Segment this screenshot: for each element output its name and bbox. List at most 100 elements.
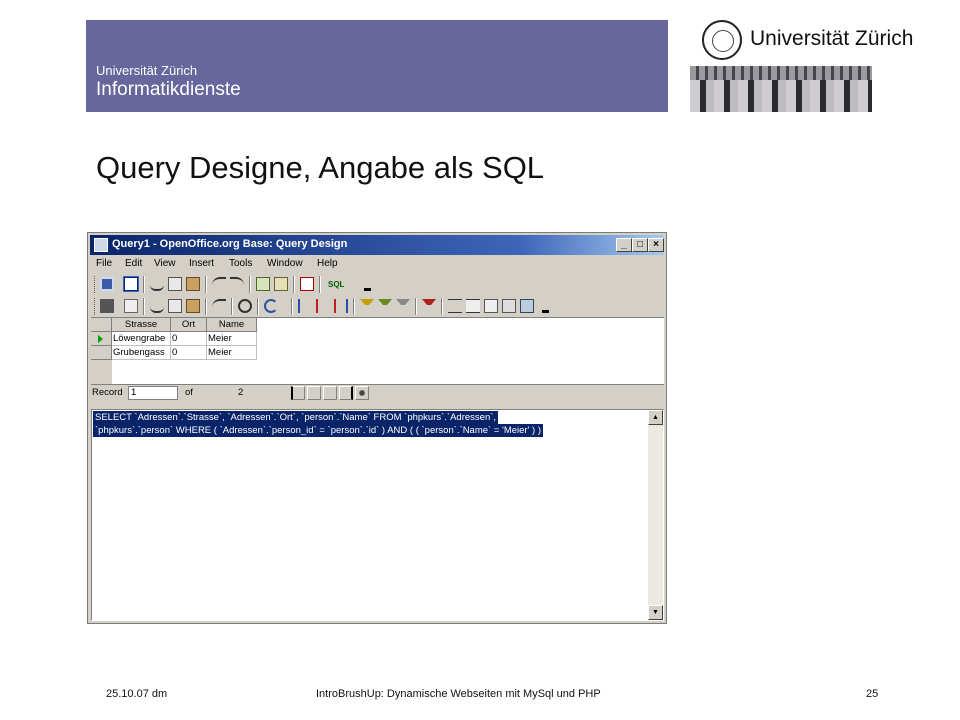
footer-date: 25.10.07 dm [106, 688, 168, 700]
grid-cell[interactable]: Grubengass [112, 346, 171, 360]
slide-title: Query Designe, Angabe als SQL [96, 150, 545, 185]
university-logo: Universität Zürich [690, 16, 913, 66]
toolbar-overflow-icon[interactable] [542, 299, 549, 313]
toolbar-grip [94, 298, 97, 315]
toolbar-separator [205, 276, 207, 293]
sql-icon[interactable]: SQL [328, 277, 348, 291]
apply-filter-icon[interactable] [378, 299, 392, 313]
cut-icon[interactable] [150, 277, 164, 291]
toolbar-grip [94, 276, 97, 293]
menu-file[interactable]: File [96, 258, 112, 269]
toolbar-separator [143, 298, 145, 315]
record-navigation: Record 1 of 2 [91, 384, 664, 402]
table-icon[interactable] [274, 277, 288, 291]
footer-course: IntroBrushUp: Dynamische Webseiten mit M… [316, 688, 601, 700]
paste-icon[interactable] [186, 277, 200, 291]
next-record-button[interactable] [323, 386, 337, 400]
edit-icon[interactable] [123, 276, 139, 292]
toolbar-overflow-icon[interactable] [364, 277, 371, 291]
redo-icon[interactable] [230, 277, 244, 291]
app-icon [94, 238, 108, 252]
sql-editor[interactable]: SELECT `Adressen`.`Strasse`, `Adressen`.… [91, 409, 664, 621]
close-button[interactable]: × [648, 238, 664, 252]
grid-corner [91, 318, 112, 332]
menu-window[interactable]: Window [267, 258, 303, 269]
mail-merge-icon[interactable] [484, 299, 498, 313]
header-title: Informatikdienste [96, 79, 241, 100]
toolbar-separator [249, 276, 251, 293]
window-title: Query1 - OpenOffice.org Base: Query Desi… [112, 238, 348, 250]
sort-ascending-icon[interactable] [298, 299, 312, 313]
undo-icon[interactable] [212, 299, 226, 313]
menu-view[interactable]: View [154, 258, 176, 269]
save-icon[interactable] [100, 277, 114, 291]
header-band: Universität Zürich Informatikdienste [86, 20, 668, 112]
toolbar-separator [319, 276, 321, 293]
column-header-name[interactable]: Name [207, 318, 257, 332]
last-record-button[interactable] [339, 386, 353, 400]
grid-cell[interactable]: Meier [207, 332, 257, 346]
sql-line: SELECT `Adressen`.`Strasse`, `Adressen`.… [93, 411, 499, 424]
scroll-down-icon[interactable]: ▼ [648, 605, 663, 620]
design-view-icon[interactable] [256, 277, 270, 291]
data-to-text-icon[interactable] [448, 299, 462, 313]
menu-tools[interactable]: Tools [229, 258, 252, 269]
toolbar-separator [291, 298, 293, 315]
autofilter-icon[interactable] [360, 299, 374, 313]
remove-filter-icon[interactable] [422, 299, 436, 313]
copy-icon[interactable] [168, 277, 182, 291]
maximize-button[interactable]: □ [632, 238, 648, 252]
paste-icon[interactable] [186, 299, 200, 313]
toolbar-separator [441, 298, 443, 315]
cut-icon[interactable] [150, 299, 164, 313]
toolbar-standard: SQL [90, 273, 372, 297]
edit-data-icon[interactable] [124, 299, 138, 313]
grid-cell[interactable]: 0 [171, 332, 207, 346]
copy-icon[interactable] [168, 299, 182, 313]
minimize-button[interactable]: _ [616, 238, 632, 252]
logo-text: Universität Zürich [750, 27, 914, 50]
menu-insert[interactable]: Insert [189, 258, 214, 269]
toolbar-separator [231, 298, 233, 315]
grid-cell[interactable]: Meier [207, 346, 257, 360]
sql-line: `phpkurs`.`person` WHERE ( `Adressen`.`p… [93, 424, 544, 437]
header-subtitle: Universität Zürich [96, 63, 198, 78]
record-number-input[interactable]: 1 [128, 386, 178, 400]
menu-help[interactable]: Help [317, 258, 338, 269]
standard-filter-icon[interactable] [396, 299, 410, 313]
grid-cell[interactable]: Löwengrabe [112, 332, 171, 346]
sort-descending-icon[interactable] [316, 299, 330, 313]
first-record-button[interactable] [291, 386, 305, 400]
save-record-icon[interactable] [100, 299, 114, 313]
row-header-current[interactable] [91, 332, 112, 346]
scroll-up-icon[interactable]: ▲ [648, 410, 663, 425]
toolbar-separator [257, 298, 259, 315]
seal-icon [702, 20, 742, 60]
column-header-strasse[interactable]: Strasse [112, 318, 171, 332]
toolbar-separator [293, 276, 295, 293]
find-icon[interactable] [238, 299, 252, 313]
toolbar-separator [415, 298, 417, 315]
menu-bar: File Edit View Insert Tools Window Help [90, 256, 664, 273]
refresh-icon[interactable] [264, 299, 278, 313]
window-titlebar[interactable]: Query1 - OpenOffice.org Base: Query Desi… [90, 235, 664, 255]
menu-edit[interactable]: Edit [125, 258, 142, 269]
report-icon[interactable] [502, 299, 516, 313]
record-of-label: of [185, 387, 193, 398]
previous-record-button[interactable] [307, 386, 321, 400]
sort-icon[interactable] [334, 299, 348, 313]
vertical-scrollbar[interactable]: ▲ ▼ [648, 410, 663, 620]
data-source-icon[interactable] [520, 299, 534, 313]
row-header[interactable] [91, 346, 112, 360]
record-total: 2 [238, 387, 244, 398]
grid-cell[interactable]: 0 [171, 346, 207, 360]
data-to-fields-icon[interactable] [466, 299, 480, 313]
column-header-ort[interactable]: Ort [171, 318, 207, 332]
toolbar-table-data [90, 295, 550, 319]
undo-icon[interactable] [212, 277, 226, 291]
delete-icon[interactable] [300, 277, 314, 291]
footer-page-number: 25 [866, 688, 879, 700]
new-record-button[interactable] [355, 386, 369, 400]
building-photo [690, 66, 872, 112]
toolbar-separator [143, 276, 145, 293]
